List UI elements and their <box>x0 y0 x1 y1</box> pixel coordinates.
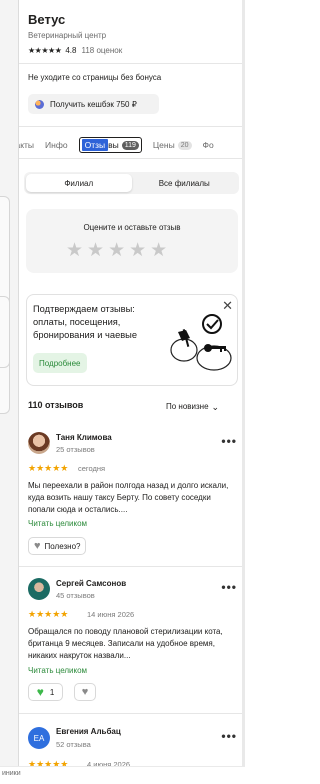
review-date: 14 июня 2026 <box>87 610 135 619</box>
place-category: Ветеринарный центр <box>28 31 107 40</box>
tab-label: нтакты <box>19 140 35 150</box>
read-more-link[interactable]: Читать целиком <box>28 519 87 528</box>
liked-button[interactable]: ♥ 1 <box>28 683 63 701</box>
banner-text: Подтверждаем отзывы: оплаты, посещения, … <box>33 304 138 340</box>
divider <box>19 713 245 714</box>
cashback-coin-icon <box>35 99 44 109</box>
cashback-button-label: Получить кешбэк 750 ₽ <box>50 99 137 109</box>
place-panel: Ветус Ветеринарный центр ★★★★★ 4.8 118 о… <box>19 0 245 784</box>
verified-reviews-banner: Подтверждаем отзывы: оплаты, посещения, … <box>26 294 238 386</box>
divider <box>19 126 245 127</box>
review-date: сегодня <box>78 464 106 473</box>
background-map-strip <box>0 0 19 784</box>
place-title: Ветус <box>28 12 66 27</box>
dislike-button[interactable]: ♥ <box>74 683 96 701</box>
map-label-fragment: иники <box>0 766 245 784</box>
tab-contacts[interactable]: нтакты <box>19 140 34 150</box>
tab-prices[interactable]: Цены 20 <box>153 140 192 150</box>
tab-info[interactable]: Инфо <box>45 140 68 150</box>
avatar[interactable]: ЕА <box>28 727 50 749</box>
tab-bar: нтакты Инфо Отзывы 119 Цены 20 Фо <box>19 132 225 158</box>
review-text: Обращался по поводу плановой стерилизаци… <box>28 627 223 661</box>
banner-more-button[interactable]: Подробнее <box>33 353 87 373</box>
cashback-button[interactable]: Получить кешбэк 750 ₽ <box>28 94 159 114</box>
background-card <box>0 296 10 368</box>
sort-label: По новизне <box>166 402 209 411</box>
likes-count: 1 <box>49 687 55 697</box>
tab-count-badge: 20 <box>177 140 192 150</box>
heart-icon: ♥ <box>36 685 44 699</box>
reviewer-name[interactable]: Евгения Альбац <box>56 727 121 736</box>
reviewer-name[interactable]: Таня Климова <box>56 433 112 442</box>
sort-dropdown[interactable]: По новизне ⌄ <box>166 402 219 411</box>
rating-stars-icon: ★★★★★ <box>28 46 62 55</box>
read-more-link[interactable]: Читать целиком <box>28 666 87 675</box>
reviews-count: 110 отзывов <box>28 400 84 410</box>
reviewer-review-count: 25 отзывов <box>56 445 95 454</box>
rate-stars-input[interactable]: ★★★★★ <box>66 239 171 262</box>
divider <box>19 566 245 567</box>
rate-prompt-title: Оцените и оставьте отзыв <box>83 223 181 232</box>
review-stars-icon: ★★★★★ <box>28 609 69 619</box>
bonus-text: Не уходите со страницы без бонуса <box>28 73 162 82</box>
branch-switch: Филиал Все филиалы <box>24 172 239 194</box>
tab-label: вы <box>108 140 119 150</box>
tab-count-badge: 119 <box>121 140 139 150</box>
branch-option-this[interactable]: Филиал <box>26 174 132 192</box>
rating-summary[interactable]: ★★★★★ 4.8 118 оценок <box>28 46 122 55</box>
tab-reviews[interactable]: Отзы вы 119 <box>78 137 142 153</box>
tab-label: Инфо <box>45 140 68 150</box>
reviewer-review-count: 45 отзывов <box>56 591 95 600</box>
tab-photos[interactable]: Фо <box>203 140 214 150</box>
tab-label: Цены <box>152 140 175 150</box>
reviewer-name[interactable]: Сергей Самсонов <box>56 579 126 588</box>
heart-icon: ♥ <box>34 540 41 552</box>
more-options-icon[interactable]: ••• <box>221 434 237 448</box>
branch-option-all[interactable]: Все филиалы <box>132 174 238 192</box>
helpful-button[interactable]: ♥ Полезно? <box>28 537 87 555</box>
broken-heart-icon: ♥ <box>81 686 89 698</box>
rate-prompt-card: Оцените и оставьте отзыв ★★★★★ <box>26 209 238 273</box>
rating-count: 118 оценок <box>81 46 123 55</box>
chevron-down-icon: ⌄ <box>211 401 220 412</box>
divider <box>19 158 245 159</box>
tab-label: Фо <box>202 140 214 150</box>
review-stars-icon: ★★★★★ <box>28 463 69 473</box>
review-text: Мы переехали в район полгода назад и дол… <box>28 481 229 515</box>
avatar[interactable] <box>28 432 50 454</box>
scrollbar[interactable] <box>242 0 245 784</box>
more-options-icon[interactable]: ••• <box>221 580 237 594</box>
divider <box>19 63 245 64</box>
rating-value: 4.8 <box>65 46 77 55</box>
tab-reviews-outline: Отзы вы 119 <box>78 137 142 153</box>
tab-label-selected: Отзы <box>81 139 109 151</box>
helpful-label: Полезно? <box>44 541 81 551</box>
verified-illustration-icon <box>170 314 232 371</box>
more-options-icon[interactable]: ••• <box>221 729 237 743</box>
reviewer-review-count: 52 отзыва <box>56 740 91 749</box>
avatar[interactable] <box>28 578 50 600</box>
